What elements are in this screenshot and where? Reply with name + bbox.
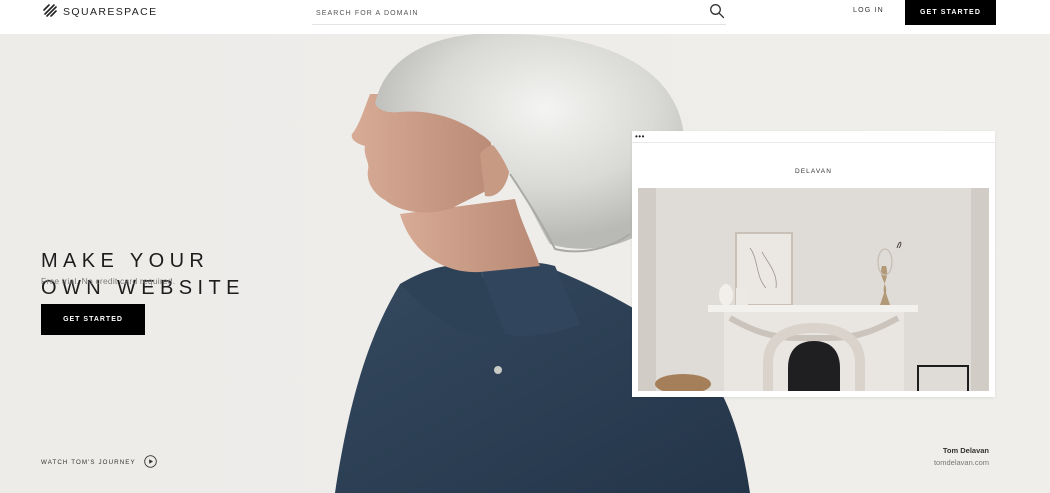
brand-name: SQUARESPACE: [63, 6, 158, 18]
header-get-started-button[interactable]: GET STARTED: [905, 0, 996, 25]
login-link[interactable]: LOG IN: [853, 7, 884, 14]
hero-headline: MAKE YOUR OWN WEBSITE: [41, 248, 245, 302]
domain-search: [312, 0, 726, 25]
hero-subtext: Free trial. No credit card required.: [41, 276, 176, 286]
preview-divider: [632, 142, 995, 143]
search-icon[interactable]: [709, 3, 725, 19]
photo-credit: Tom Delavan tomdelavan.com: [934, 446, 989, 467]
domain-search-input[interactable]: [316, 6, 686, 20]
window-dots-icon: •••: [635, 132, 645, 141]
headline-line-1: MAKE YOUR: [41, 250, 210, 272]
preview-site-name: DELAVAN: [794, 168, 833, 175]
credit-name: Tom Delavan: [942, 446, 989, 455]
journey-label: WATCH TOM'S JOURNEY: [41, 459, 136, 466]
play-circle-icon: [143, 455, 157, 470]
watch-journey-link[interactable]: WATCH TOM'S JOURNEY: [41, 455, 157, 470]
squarespace-logo-icon: [41, 2, 59, 23]
credit-website-link[interactable]: tomdelavan.com: [934, 458, 989, 467]
website-preview-card: ••• DELAVAN: [632, 131, 995, 397]
hero-get-started-button[interactable]: GET STARTED: [41, 304, 145, 335]
top-navigation: SQUARESPACE LOG IN GET STARTED: [0, 0, 1050, 34]
preview-room-image: [638, 188, 989, 391]
brand-logo[interactable]: SQUARESPACE: [41, 2, 158, 23]
